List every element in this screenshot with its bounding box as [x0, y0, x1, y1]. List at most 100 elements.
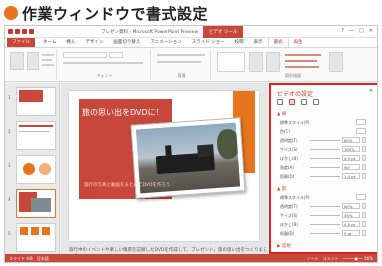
help-icon[interactable]: ? [341, 28, 344, 34]
property-row: ぼかし(B) 0.5 pt [280, 221, 372, 229]
spinner[interactable] [362, 173, 366, 179]
pane-title: ビデオの設定 [277, 91, 314, 98]
distance-input[interactable]: 1.4 pt [342, 173, 360, 179]
size-slider[interactable] [310, 215, 340, 216]
tab-transitions[interactable]: 画面切り替え [108, 37, 145, 47]
slide-title[interactable]: 旅の思い出をDVDに！ [82, 107, 164, 118]
distance-input[interactable]: 0 pt [342, 230, 360, 236]
shapes-gallery[interactable] [217, 52, 245, 72]
slide-thumbnail-selected[interactable] [16, 189, 56, 218]
section-shadow[interactable]: ▲ 影 [277, 186, 286, 192]
section-reflection[interactable]: ▶ 反射 [277, 243, 291, 249]
tab-playback[interactable]: 再生 [289, 37, 308, 47]
distance-slider[interactable] [310, 176, 340, 177]
save-icon[interactable] [15, 29, 20, 34]
status-right[interactable]: ノート コメント ─────●── 56% [306, 256, 373, 262]
window-title: プレゼン資料 - Microsoft PowerPoint Preview [101, 30, 199, 35]
property-row: ぼかし(B) 4.5 pt [280, 155, 372, 163]
spinner[interactable] [362, 212, 366, 218]
effects-icon[interactable] [289, 99, 295, 105]
fill-line-icon[interactable] [277, 99, 283, 105]
transparency-input[interactable]: 60% [342, 137, 360, 143]
close-icon[interactable]: ✕ [369, 28, 373, 34]
angle-input[interactable]: 90° [342, 164, 360, 170]
ribbon-group-clipboard [7, 50, 57, 80]
spinner[interactable] [362, 221, 366, 227]
slide-thumbnail[interactable] [16, 87, 56, 116]
font-name-select[interactable] [63, 52, 107, 58]
property-row: 透明度(T) 60% [280, 203, 372, 211]
property-row: サイズ(S) 35% [280, 212, 372, 220]
slide-subtitle[interactable]: 旅行の写真と動画をまとめてDVDを作ろう [84, 182, 170, 188]
transparency-slider[interactable] [310, 206, 340, 207]
powerpoint-window: プレゼン資料 - Microsoft PowerPoint Preview ビデ… [4, 25, 378, 263]
size-input[interactable]: 100% [342, 146, 360, 152]
size-input[interactable]: 35% [342, 212, 360, 218]
preset-dropdown[interactable] [356, 194, 366, 200]
page-heading: 作業ウィンドウで書式設定 [4, 2, 208, 24]
heading-bullet-icon [4, 6, 18, 20]
tab-view[interactable]: 表示 [249, 37, 268, 47]
pane-close-icon[interactable]: ✕ [369, 88, 373, 94]
paste-button[interactable] [10, 52, 24, 70]
font-group-label: フォント [96, 73, 113, 78]
property-row: サイズ(S) 100% [280, 146, 372, 154]
angle-slider[interactable] [310, 167, 340, 168]
tab-design[interactable]: デザイン [80, 37, 108, 47]
spinner[interactable] [362, 230, 366, 236]
ribbon-group-font: フォント [59, 50, 151, 80]
blur-input[interactable]: 0.5 pt [342, 221, 360, 227]
tab-file[interactable]: ファイル [7, 37, 35, 47]
section-line[interactable]: ▲ 線 [277, 111, 286, 117]
transparency-slider[interactable] [310, 140, 340, 141]
current-slide[interactable]: 旅の思い出をDVDに！ 旅行の写真と動画をまとめてDVDを作ろう [69, 91, 259, 241]
format-video-pane: ビデオの設定 ✕ ▲ 線 標準スタイル(P) 色(C) 透明度(T) 60% サ… [269, 83, 377, 254]
blur-input[interactable]: 4.5 pt [342, 155, 360, 161]
slide-thumbnail[interactable] [16, 155, 56, 184]
spinner[interactable] [362, 203, 366, 209]
tab-home[interactable]: ホーム [38, 37, 61, 47]
transparency-input[interactable]: 60% [342, 203, 360, 209]
find-button[interactable] [329, 52, 343, 72]
app-icon [8, 29, 13, 34]
font-size-select[interactable] [109, 52, 123, 58]
thumbnail-number: 4 [8, 197, 11, 202]
tab-animations[interactable]: アニメーション [145, 37, 186, 47]
size-properties-icon[interactable] [301, 99, 307, 105]
spinner[interactable] [362, 146, 366, 152]
preset-dropdown[interactable] [356, 119, 366, 125]
redo-icon[interactable] [29, 29, 34, 34]
blur-slider[interactable] [310, 158, 340, 159]
arrange-button[interactable] [249, 52, 263, 72]
color-dropdown[interactable] [356, 128, 366, 134]
property-row: 角度(A) 90° [280, 164, 372, 172]
quick-access-toolbar [8, 29, 34, 34]
maximize-icon[interactable]: □ [359, 28, 364, 34]
tab-review[interactable]: 校閲 [230, 37, 249, 47]
property-row: 標準スタイル(P) [280, 194, 372, 202]
thumbnail-number: 3 [8, 163, 11, 168]
status-bar: スライド 4/8 日本語 ノート コメント ─────●── 56% [5, 254, 377, 262]
spinner[interactable] [362, 137, 366, 143]
tab-slideshow[interactable]: スライド ショー [187, 37, 230, 47]
thumbnail-number: 2 [8, 129, 11, 134]
blur-slider[interactable] [310, 224, 340, 225]
size-slider[interactable] [310, 149, 340, 150]
ribbon: フォント 段落 図形描画 [5, 48, 377, 82]
video-tools-context-label: ビデオ ツール [203, 26, 244, 38]
paragraph-group-label: 段落 [177, 73, 186, 78]
quick-styles-button[interactable] [266, 52, 280, 72]
new-slide-button[interactable] [27, 52, 39, 70]
ribbon-group-drawing: 図形描画 [213, 50, 373, 80]
slide-thumbnail[interactable] [16, 121, 56, 150]
video-icon[interactable] [313, 99, 319, 105]
minimize-icon[interactable]: — [349, 28, 354, 34]
tab-insert[interactable]: 挿入 [61, 37, 80, 47]
thumbnail-number: 5 [8, 231, 11, 236]
distance-slider[interactable] [310, 233, 340, 234]
spinner[interactable] [362, 155, 366, 161]
status-left: スライド 4/8 日本語 [9, 255, 49, 261]
undo-icon[interactable] [22, 29, 27, 34]
slide-thumbnail[interactable] [16, 223, 56, 252]
spinner[interactable] [362, 164, 366, 170]
